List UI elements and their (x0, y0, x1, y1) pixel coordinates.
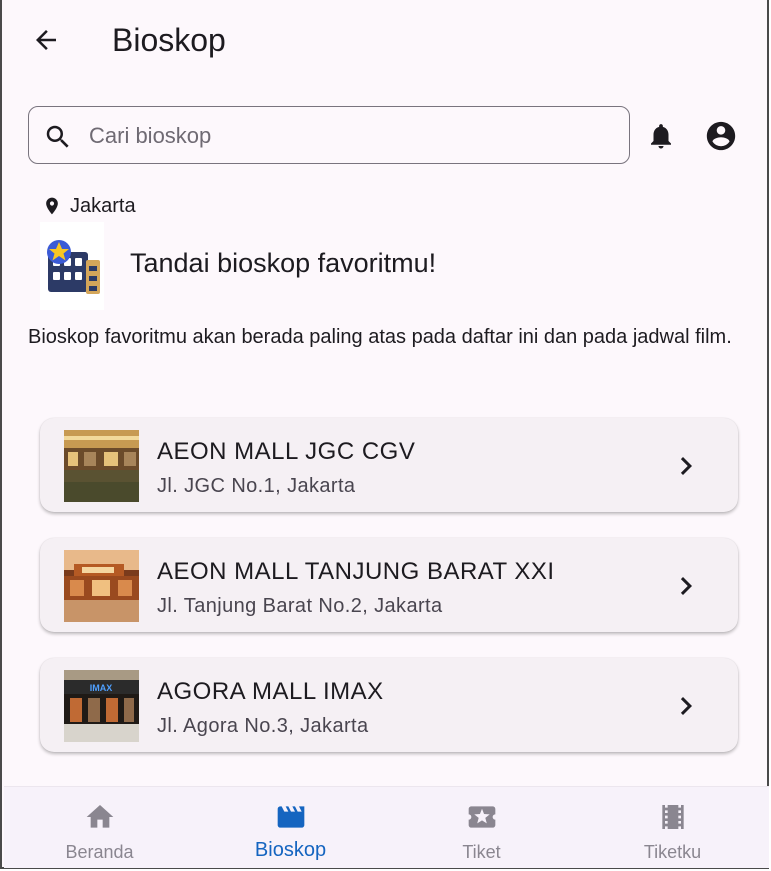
cinema-card[interactable]: AEON MALL JGC CGV Jl. JGC No.1, Jakarta (40, 418, 738, 512)
film-strip-icon (661, 805, 684, 829)
cinema-name: AEON MALL TANJUNG BARAT XXI (157, 558, 555, 585)
movie-clapper-icon (277, 806, 304, 828)
ticket-icon (468, 806, 495, 828)
nav-label: Beranda (65, 842, 134, 862)
home-icon (86, 805, 113, 828)
cinema-address: Jl. JGC No.1, Jakarta (157, 475, 356, 497)
nav-item-tiketku[interactable]: Tiketku (577, 787, 768, 868)
cinema-address: Jl. Tanjung Barat No.2, Jakarta (157, 595, 443, 617)
nav-item-beranda[interactable]: Beranda (4, 787, 195, 868)
favorite-cinema-illustration (40, 222, 104, 310)
favorite-banner: Tandai bioskop favoritmu! (40, 222, 740, 312)
cinema-thumbnail (64, 430, 139, 502)
cinema-thumbnail: IMAX (64, 670, 139, 742)
nav-item-tiket[interactable]: Tiket (386, 787, 577, 868)
nav-item-bioskop[interactable]: Bioskop (195, 787, 386, 868)
location-selector[interactable]: Jakarta (42, 194, 136, 218)
nav-label: Tiketku (643, 842, 702, 862)
search-input[interactable] (87, 117, 611, 155)
search-icon (46, 125, 69, 148)
nav-label: Tiket (462, 842, 501, 862)
imax-sign-text: IMAX (90, 683, 113, 693)
favorite-description: Bioskop favoritmu akan berada paling ata… (28, 326, 732, 348)
cinema-card[interactable]: IMAX AGORA MALL IMAX Jl. Agora No.3, Jak… (40, 658, 738, 752)
cinema-name: AGORA MALL IMAX (157, 678, 384, 705)
cinema-card[interactable]: AEON MALL TANJUNG BARAT XXI Jl. Tanjung … (40, 538, 738, 632)
notification-bell-icon[interactable] (646, 120, 676, 152)
cinema-name: AEON MALL JGC CGV (157, 438, 416, 465)
search-bar[interactable] (28, 106, 630, 164)
arrow-back-icon (36, 30, 56, 50)
favorite-title: Tandai bioskop favoritmu! (130, 248, 437, 278)
chevron-right-icon (680, 577, 692, 595)
page-title: Bioskop (112, 22, 226, 58)
chevron-right-icon (680, 457, 692, 475)
location-pin-icon (46, 197, 58, 215)
bottom-navigation-bar: Beranda Bioskop Tiket Tiketku (4, 786, 769, 868)
cinema-list: AEON MALL JGC CGV Jl. JGC No.1, Jakarta (40, 418, 740, 778)
cinema-thumbnail (64, 550, 139, 622)
location-city: Jakarta (70, 194, 136, 217)
app-screen: Bioskop Jakarta (0, 0, 769, 869)
back-button[interactable] (28, 22, 64, 58)
top-app-bar: Bioskop (2, 0, 767, 80)
account-circle-icon[interactable] (704, 119, 738, 153)
cinema-address: Jl. Agora No.3, Jakarta (157, 715, 369, 737)
nav-label: Bioskop (254, 839, 327, 861)
chevron-right-icon (680, 697, 692, 715)
